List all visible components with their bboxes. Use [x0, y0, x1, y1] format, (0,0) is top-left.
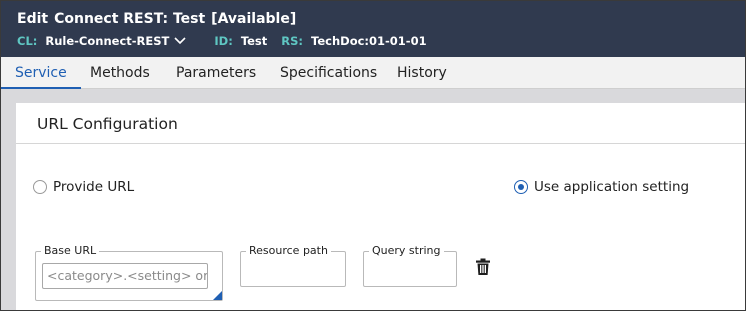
tab-bar: Service Methods Parameters Specification… [1, 57, 745, 89]
radio-use-app-setting-label: Use application setting [534, 179, 690, 195]
section-title: URL Configuration [37, 115, 178, 133]
edit-label: Edit [17, 11, 49, 27]
radio-use-application-setting[interactable]: Use application setting [514, 179, 689, 195]
radio-button-selected[interactable] [514, 180, 528, 194]
id-key: ID: [214, 34, 233, 48]
resource-path-field[interactable]: Resource path [240, 244, 346, 287]
chevron-down-icon[interactable] [174, 35, 186, 45]
tab-history[interactable]: History [383, 57, 461, 89]
rule-form-window: Edit Connect REST: Test [Available] CL: Ru… [0, 0, 746, 311]
tab-specifications[interactable]: Specifications [266, 57, 391, 89]
rule-meta: CL: Rule-Connect-REST ID: Test RS: TechD… [17, 34, 427, 48]
url-configuration-panel: URL Configuration Provide URL Use applic… [16, 103, 745, 310]
rule-title: Edit Connect REST: Test [Available] [17, 11, 296, 27]
rule-header: Edit Connect REST: Test [Available] CL: Ru… [1, 1, 745, 57]
base-url-input[interactable]: <category>.<setting> or [42, 263, 208, 289]
trash-icon[interactable] [475, 258, 491, 276]
cl-key: CL: [17, 34, 38, 48]
tab-parameters[interactable]: Parameters [162, 57, 270, 89]
id-value: Test [240, 34, 268, 48]
cl-value[interactable]: Rule-Connect-REST [45, 34, 169, 48]
radio-provide-url-label: Provide URL [53, 179, 135, 195]
tab-service[interactable]: Service [1, 57, 81, 89]
tab-methods[interactable]: Methods [76, 57, 164, 89]
query-string-label: Query string [369, 244, 444, 258]
base-url-label: Base URL [41, 244, 100, 258]
radio-button-unselected[interactable] [33, 180, 47, 194]
rule-name: Connect REST: Test [54, 11, 206, 27]
panel-header: URL Configuration [16, 103, 745, 144]
rs-key: RS: [281, 34, 304, 48]
query-string-field[interactable]: Query string [363, 244, 457, 287]
base-url-field-group: Base URL <category>.<setting> or [35, 244, 223, 301]
status-badge: [Available] [211, 11, 297, 27]
radio-provide-url[interactable]: Provide URL [33, 179, 134, 195]
resource-path-label: Resource path [246, 244, 331, 258]
rs-value: TechDoc:01-01-01 [311, 34, 427, 48]
autocomplete-corner-icon [213, 291, 222, 300]
